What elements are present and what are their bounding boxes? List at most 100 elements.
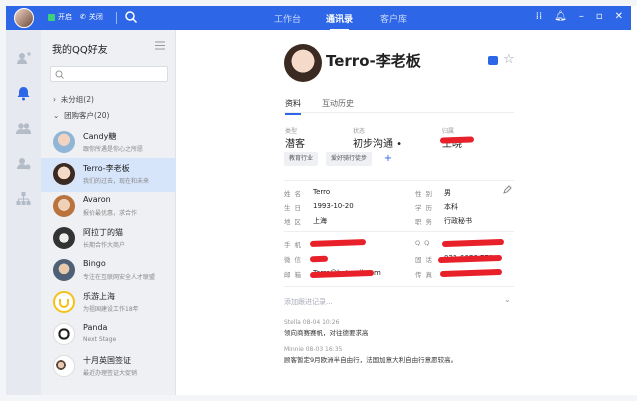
maximize-icon[interactable]: ▫ <box>596 11 603 23</box>
contact-item[interactable]: 阿拉丁的猫 长期合作大商户 <box>41 222 176 256</box>
contact-signature: 报价最优惠，求合作 <box>83 210 138 217</box>
search-icon[interactable] <box>124 10 138 24</box>
field-value[interactable]: 本科 <box>444 202 458 212</box>
record-meta: Stella 08-04 10:26 <box>284 319 340 326</box>
chat-status-icon <box>48 13 55 21</box>
add-tag-button[interactable]: + <box>381 152 395 166</box>
chevron-down-icon: ⌄ <box>53 111 65 120</box>
user-avatar[interactable] <box>14 8 34 28</box>
contact-name: 十月英国签证 <box>83 356 131 365</box>
phone-status-toggle[interactable]: ✆ 关闭 <box>80 12 103 22</box>
field-label: 微信 <box>284 256 305 264</box>
menu-icon[interactable] <box>155 41 165 50</box>
field-value[interactable]: Terro <box>313 188 330 196</box>
grid-icon[interactable]: ⁞⁞ <box>536 11 542 23</box>
field-label: 邮箱 <box>284 271 305 279</box>
avatar <box>53 227 75 249</box>
contact-item[interactable]: Panda Next Stage <box>41 318 176 352</box>
add-record-input[interactable]: 添加跟进记录... <box>284 297 333 307</box>
search-icon <box>55 70 64 79</box>
edit-icon[interactable] <box>503 185 512 194</box>
online-status-toggle[interactable]: 开启 <box>48 12 72 22</box>
contact-name: Avaron <box>83 195 111 204</box>
field-label: 地区 <box>284 218 305 226</box>
divider <box>284 286 514 287</box>
contact-signature: 跟你所遇是你心之所愿 <box>83 146 144 153</box>
contact-item[interactable]: Candy糖 跟你所遇是你心之所愿 <box>41 126 176 160</box>
bell-icon[interactable]: 🔔︎ <box>554 11 567 23</box>
record-text: 领向商赛赛帆，对往德要求高 <box>284 329 369 337</box>
divider <box>284 231 514 232</box>
redaction-mark <box>441 238 505 248</box>
type-value[interactable]: 潜客 <box>285 135 305 150</box>
record-meta: Minnie 08-03 16:35 <box>284 346 343 353</box>
tag-chip[interactable]: 教育行业 <box>284 152 319 166</box>
online-status-label: 开启 <box>58 13 72 21</box>
profile-avatar <box>284 44 322 82</box>
minimize-icon[interactable]: – <box>579 11 584 23</box>
contact-item[interactable]: 乐游上海为祖国建设工作18年 <box>41 286 176 320</box>
divider <box>284 180 514 181</box>
contact-item[interactable]: 十月英国签证 最近办理签证大促销 <box>41 350 176 384</box>
field-value[interactable]: 行政秘书 <box>444 216 472 226</box>
state-value[interactable]: 初步沟通 • <box>353 135 402 150</box>
chat-icon[interactable] <box>488 56 498 65</box>
contact-signature: 专注在互联网安全人才联盟 <box>83 274 156 281</box>
close-icon[interactable]: ✕ <box>615 11 623 23</box>
tab-interaction-history[interactable]: 互动历史 <box>322 98 354 109</box>
phone-status-label: 关闭 <box>88 13 103 21</box>
profile-name: Terro-李老板 <box>326 52 421 70</box>
field-label: 性别 <box>415 190 436 198</box>
redaction-mark <box>309 239 367 247</box>
window-edge <box>631 6 637 395</box>
contact-item[interactable]: Bingo 专注在互联网安全人才联盟 <box>41 254 176 288</box>
owner-label: 归属 <box>442 128 455 135</box>
state-label: 状态 <box>353 128 366 135</box>
field-label: 职务 <box>415 218 436 226</box>
contact-signature: 长期合作大商户 <box>83 242 126 249</box>
tab-customers[interactable]: 客户库 <box>380 12 407 25</box>
chevron-down-icon[interactable]: ⌄ <box>504 295 511 304</box>
field-value[interactable]: 上海 <box>313 216 327 226</box>
phone-icon: ✆ <box>80 13 86 21</box>
field-value[interactable]: 1993-10-20 <box>313 202 354 210</box>
tag-chip[interactable]: 爱好骑行徒步 <box>326 152 373 166</box>
field-value[interactable]: 男 <box>444 188 451 198</box>
smile-icon <box>59 299 69 308</box>
contact-name: 乐游上海 <box>83 292 115 301</box>
contact-signature: 为祖国建设工作18年 <box>83 306 139 313</box>
chevron-right-icon: › <box>53 95 61 104</box>
group-customers[interactable]: ⌄ 团购客户(20) <box>53 110 109 121</box>
avatar <box>53 131 75 153</box>
tab-workbench[interactable]: 工作台 <box>274 12 301 25</box>
contact-settings-icon[interactable] <box>15 155 32 172</box>
contact-search-input[interactable] <box>50 66 168 82</box>
type-label: 类型 <box>285 128 298 135</box>
contact-signature: 最近办理签证大促销 <box>83 370 138 377</box>
divider <box>284 112 514 113</box>
app-window: 开启 ✆ 关闭 工作台 通讯录 客户库 ⁞⁞ 🔔︎ – ▫ ✕ 我的QQ好友 › … <box>0 0 637 401</box>
avatar <box>53 291 75 313</box>
field-label: 手机 <box>284 241 305 249</box>
title-bar: 开启 ✆ 关闭 工作台 通讯录 客户库 ⁞⁞ 🔔︎ – ▫ ✕ <box>6 6 631 31</box>
contact-item[interactable]: Avaron 报价最优惠，求合作 <box>41 190 176 224</box>
redaction-mark <box>439 136 475 144</box>
group-label: 未分组(2) <box>60 95 94 104</box>
org-chart-icon[interactable] <box>15 190 32 207</box>
tab-profile[interactable]: 资料 <box>285 98 301 115</box>
contact-detail-panel: Terro-李老板 ☆ 资料 互动历史 类型 潜客 状态 初步沟通 • 归属 王… <box>176 30 631 395</box>
tab-contacts[interactable]: 通讯录 <box>326 12 353 31</box>
group-ungrouped[interactable]: › 未分组(2) <box>53 94 94 105</box>
field-label: 学历 <box>415 204 436 212</box>
left-nav <box>6 30 41 395</box>
notification-icon[interactable] <box>15 85 32 102</box>
contact-item[interactable]: Terro-李老板 我们的过去，现在和未来 <box>41 158 176 192</box>
avatar <box>53 323 75 345</box>
redaction-mark <box>309 255 329 263</box>
group-icon[interactable] <box>15 120 32 137</box>
avatar <box>53 259 75 281</box>
star-icon[interactable]: ☆ <box>503 52 515 67</box>
user-add-icon[interactable] <box>15 50 32 67</box>
field-label: 姓名 <box>284 190 305 198</box>
contact-name: Bingo <box>83 259 106 268</box>
